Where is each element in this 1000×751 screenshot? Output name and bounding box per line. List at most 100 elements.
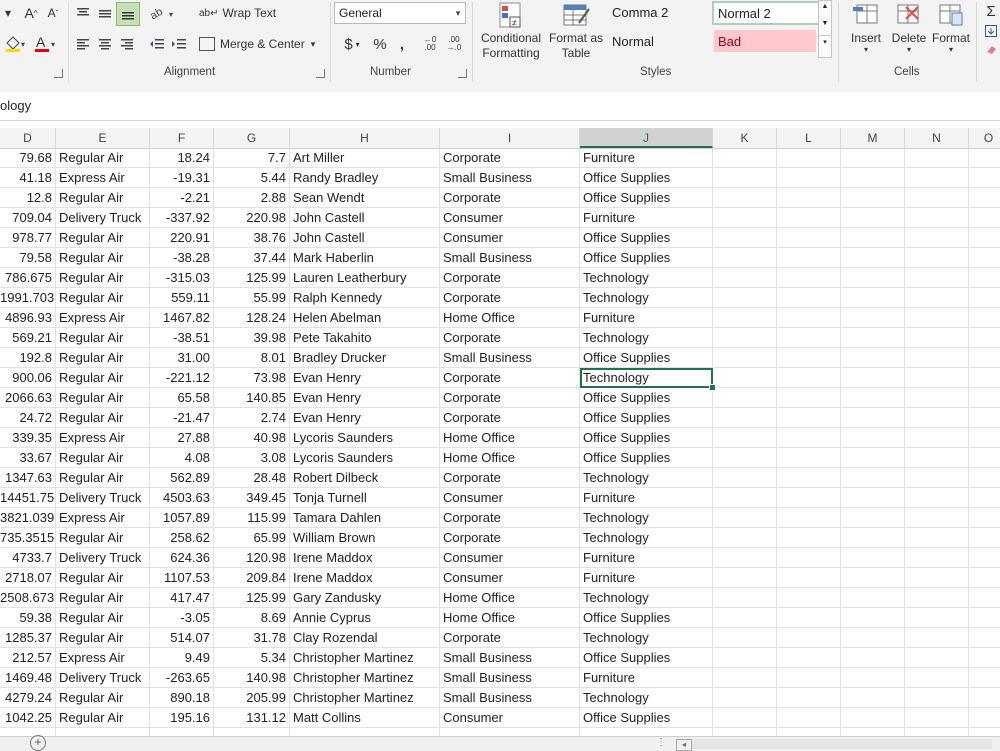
cell-m[interactable] <box>841 208 905 228</box>
cell-g[interactable]: 115.99 <box>214 508 290 528</box>
cell-f[interactable]: 559.11 <box>150 288 214 308</box>
cell-d[interactable]: 2718.07 <box>0 568 56 588</box>
wrap-text-button[interactable]: ab↵ Wrap Text <box>198 2 280 24</box>
cell-m[interactable] <box>841 508 905 528</box>
cell-d[interactable]: 4733.7 <box>0 548 56 568</box>
cell-f[interactable]: 417.47 <box>150 588 214 608</box>
cell-n[interactable] <box>905 548 969 568</box>
cell-f[interactable]: -315.03 <box>150 268 214 288</box>
cell-l[interactable] <box>777 348 841 368</box>
cell-l[interactable] <box>777 388 841 408</box>
cell-k[interactable] <box>713 428 777 448</box>
cell-o[interactable] <box>969 568 1000 588</box>
cell-g[interactable]: 7.7 <box>214 148 290 168</box>
cell-e[interactable]: Regular Air <box>56 368 150 388</box>
cell-j[interactable]: Office Supplies <box>580 608 713 628</box>
cell-k[interactable] <box>713 528 777 548</box>
cell-o[interactable] <box>969 488 1000 508</box>
cell-m[interactable] <box>841 288 905 308</box>
cell-n[interactable] <box>905 368 969 388</box>
cell-o[interactable] <box>969 268 1000 288</box>
cell-e[interactable]: Regular Air <box>56 388 150 408</box>
cell-i[interactable]: Corporate <box>440 628 580 648</box>
align-left-icon[interactable] <box>72 34 94 54</box>
cell-g[interactable]: 73.98 <box>214 368 290 388</box>
cell-l[interactable] <box>777 688 841 708</box>
cell-k[interactable] <box>713 228 777 248</box>
style-normal[interactable]: Normal <box>608 30 710 52</box>
cell-o[interactable] <box>969 608 1000 628</box>
cell-f[interactable]: 514.07 <box>150 628 214 648</box>
column-header-j[interactable]: J <box>580 128 713 148</box>
cell-f[interactable]: 258.62 <box>150 528 214 548</box>
cell-j[interactable]: Furniture <box>580 568 713 588</box>
cell-d[interactable]: 24.72 <box>0 408 56 428</box>
cell-i[interactable] <box>440 728 580 736</box>
orientation-icon[interactable]: ab ▾ <box>146 2 180 24</box>
font-color-icon[interactable]: A ▾ <box>30 32 62 56</box>
cell-l[interactable] <box>777 568 841 588</box>
cell-j[interactable]: Office Supplies <box>580 448 713 468</box>
cell-o[interactable] <box>969 328 1000 348</box>
cell-e[interactable]: Regular Air <box>56 348 150 368</box>
cell-g[interactable]: 55.99 <box>214 288 290 308</box>
cell-i[interactable]: Consumer <box>440 568 580 588</box>
cell-k[interactable] <box>713 568 777 588</box>
cell-n[interactable] <box>905 608 969 628</box>
cell-m[interactable] <box>841 588 905 608</box>
cell-k[interactable] <box>713 508 777 528</box>
cell-m[interactable] <box>841 648 905 668</box>
cell-f[interactable]: -3.05 <box>150 608 214 628</box>
cell-k[interactable] <box>713 688 777 708</box>
cell-g[interactable]: 5.44 <box>214 168 290 188</box>
cell-k[interactable] <box>713 468 777 488</box>
cell-l[interactable] <box>777 528 841 548</box>
cell-m[interactable] <box>841 608 905 628</box>
cell-i[interactable]: Home Office <box>440 308 580 328</box>
cell-f[interactable]: 890.18 <box>150 688 214 708</box>
cell-n[interactable] <box>905 628 969 648</box>
cell-j[interactable]: Furniture <box>580 148 713 168</box>
cell-e[interactable]: Regular Air <box>56 288 150 308</box>
cell-i[interactable]: Consumer <box>440 548 580 568</box>
cell-l[interactable] <box>777 668 841 688</box>
cell-g[interactable]: 39.98 <box>214 328 290 348</box>
active-cell[interactable]: Technology <box>580 368 713 388</box>
number-dialog-launcher-icon[interactable] <box>458 69 467 78</box>
scroll-up-icon[interactable]: ▲ <box>819 1 831 13</box>
cell-h[interactable]: John Castell <box>290 208 440 228</box>
cell-o[interactable] <box>969 388 1000 408</box>
cell-n[interactable] <box>905 428 969 448</box>
cell-e[interactable]: Regular Air <box>56 588 150 608</box>
cell-g[interactable]: 3.08 <box>214 448 290 468</box>
cell-d[interactable]: 4896.93 <box>0 308 56 328</box>
cell-d[interactable]: 1469.48 <box>0 668 56 688</box>
cell-j[interactable]: Technology <box>580 688 713 708</box>
cell-l[interactable] <box>777 548 841 568</box>
cell-o[interactable] <box>969 228 1000 248</box>
cell-h[interactable]: Clay Rozendal <box>290 628 440 648</box>
cell-e[interactable]: Regular Air <box>56 468 150 488</box>
cell-f[interactable]: -337.92 <box>150 208 214 228</box>
increase-decimal-icon[interactable]: ←0.00 <box>418 32 442 56</box>
cell-j[interactable]: Technology <box>580 588 713 608</box>
cell-o[interactable] <box>969 728 1000 736</box>
cell-d[interactable]: 41.18 <box>0 168 56 188</box>
cell-k[interactable] <box>713 488 777 508</box>
cell-i[interactable]: Corporate <box>440 368 580 388</box>
cell-m[interactable] <box>841 448 905 468</box>
cell-n[interactable] <box>905 348 969 368</box>
fill-icon[interactable] <box>982 22 1000 40</box>
cell-o[interactable] <box>969 428 1000 448</box>
cell-i[interactable]: Corporate <box>440 388 580 408</box>
cell-k[interactable] <box>713 408 777 428</box>
align-middle-icon[interactable] <box>94 2 116 24</box>
cell-i[interactable]: Corporate <box>440 328 580 348</box>
column-header-d[interactable]: D <box>0 128 56 148</box>
cell-f[interactable]: -38.28 <box>150 248 214 268</box>
cell-j[interactable]: Office Supplies <box>580 388 713 408</box>
cell-e[interactable]: Delivery Truck <box>56 668 150 688</box>
cell-o[interactable] <box>969 528 1000 548</box>
cell-f[interactable]: 4.08 <box>150 448 214 468</box>
cell-k[interactable] <box>713 608 777 628</box>
